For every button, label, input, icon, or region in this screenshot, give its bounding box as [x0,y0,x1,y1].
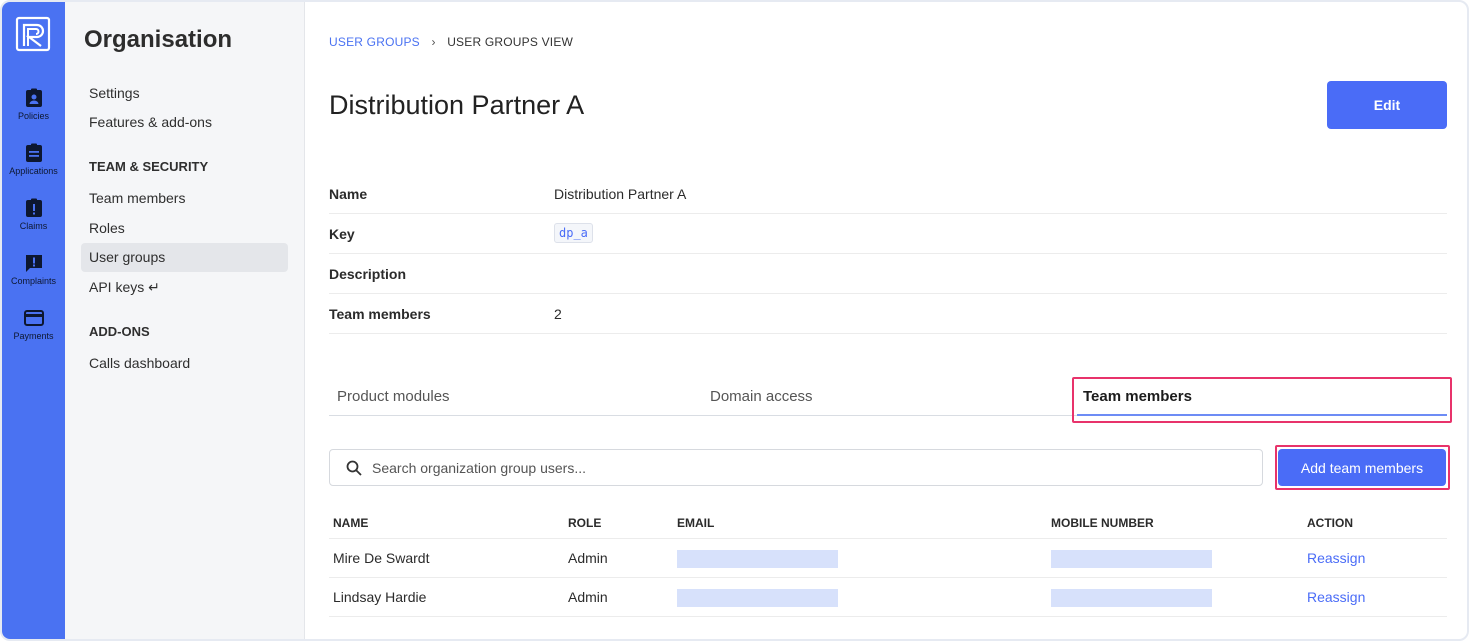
reassign-link[interactable]: Reassign [1307,550,1365,566]
col-header-name: NAME [333,516,369,530]
rail-item-policies[interactable]: Policies [2,88,65,121]
col-header-action: ACTION [1307,516,1353,530]
redacted-mobile [1051,589,1212,607]
app-window: Policies Applications Claims Complaints … [0,0,1469,641]
rail-item-applications[interactable]: Applications [2,143,65,176]
credit-card-icon [23,310,44,326]
rail-label: Claims [19,221,48,231]
member-role: Admin [568,589,608,605]
logo-icon [15,16,51,52]
member-name: Lindsay Hardie [333,589,427,605]
highlight-box-tab [1072,377,1452,423]
breadcrumb: USER GROUPS › USER GROUPS VIEW [329,35,573,49]
search-box [329,449,1263,486]
org-title: Organisation [84,26,233,53]
sidebar-item-user-groups[interactable]: User groups [81,243,288,272]
prop-value: 2 [554,306,562,322]
rail-item-payments[interactable]: Payments [2,308,65,341]
rail-label: Applications [9,166,58,176]
member-role: Admin [568,550,608,566]
clipboard-icon [25,143,42,162]
redacted-email [677,589,838,607]
breadcrumb-current: USER GROUPS VIEW [447,35,574,49]
prop-row-description: Description [329,254,1447,294]
prop-key: Name [329,186,368,202]
rail-label: Complaints [10,276,57,286]
sidebar-item-calls-dashboard[interactable]: Calls dashboard [81,349,288,378]
table-header: NAME ROLE EMAIL MOBILE NUMBER ACTION [329,503,1447,539]
sidebar-item-roles[interactable]: Roles [81,214,288,243]
rail-item-claims[interactable]: Claims [2,198,65,231]
sidebar-item-team-members[interactable]: Team members [81,184,288,213]
policies-icon [25,88,42,107]
tab-domain-access[interactable]: Domain access [710,388,813,405]
table-row: Mire De Swardt Admin Reassign [329,539,1447,578]
col-header-role: ROLE [568,516,602,530]
left-rail: Policies Applications Claims Complaints … [2,2,65,639]
org-sidebar: Organisation Settings Features & add-ons… [65,2,305,639]
prop-key: Key [329,226,355,242]
prop-value: Distribution Partner A [554,186,687,202]
edit-button[interactable]: Edit [1327,81,1447,129]
prop-key: Team members [329,306,431,322]
search-input[interactable] [372,458,1232,478]
prop-key: Description [329,266,407,282]
key-code-badge: dp_a [554,223,593,243]
col-header-mobile: MOBILE NUMBER [1051,516,1154,530]
sidebar-item-features[interactable]: Features & add-ons [81,108,288,137]
table-row: Lindsay Hardie Admin Reassign [329,578,1447,617]
main-content: USER GROUPS › USER GROUPS VIEW Distribut… [305,2,1467,639]
rail-item-complaints[interactable]: Complaints [2,253,65,286]
page-title: Distribution Partner A [329,90,585,120]
search-icon [346,460,362,476]
rail-label: Payments [13,331,54,341]
prop-row-team-members: Team members 2 [329,294,1447,334]
highlight-box-add [1275,445,1450,490]
redacted-mobile [1051,550,1212,568]
chevron-right-icon: › [431,35,436,49]
group-properties: Name Distribution Partner A Key dp_a Des… [329,174,1447,334]
tab-product-modules[interactable]: Product modules [337,388,450,405]
prop-row-key: Key dp_a [329,214,1447,254]
chat-alert-icon [25,255,42,272]
reassign-link[interactable]: Reassign [1307,589,1365,605]
prop-row-name: Name Distribution Partner A [329,174,1447,214]
rail-label: Policies [17,111,49,121]
member-name: Mire De Swardt [333,550,430,566]
col-header-email: EMAIL [677,516,715,530]
breadcrumb-user-groups[interactable]: USER GROUPS [329,35,420,49]
redacted-email [677,550,838,568]
section-add-ons: ADD-ONS [89,324,150,339]
members-table: NAME ROLE EMAIL MOBILE NUMBER ACTION Mir… [329,503,1447,617]
sidebar-item-settings[interactable]: Settings [81,79,288,108]
sidebar-item-api-keys[interactable]: API keys ↵ [81,273,288,302]
claims-icon [25,198,42,217]
section-team-security: TEAM & SECURITY [89,159,209,174]
